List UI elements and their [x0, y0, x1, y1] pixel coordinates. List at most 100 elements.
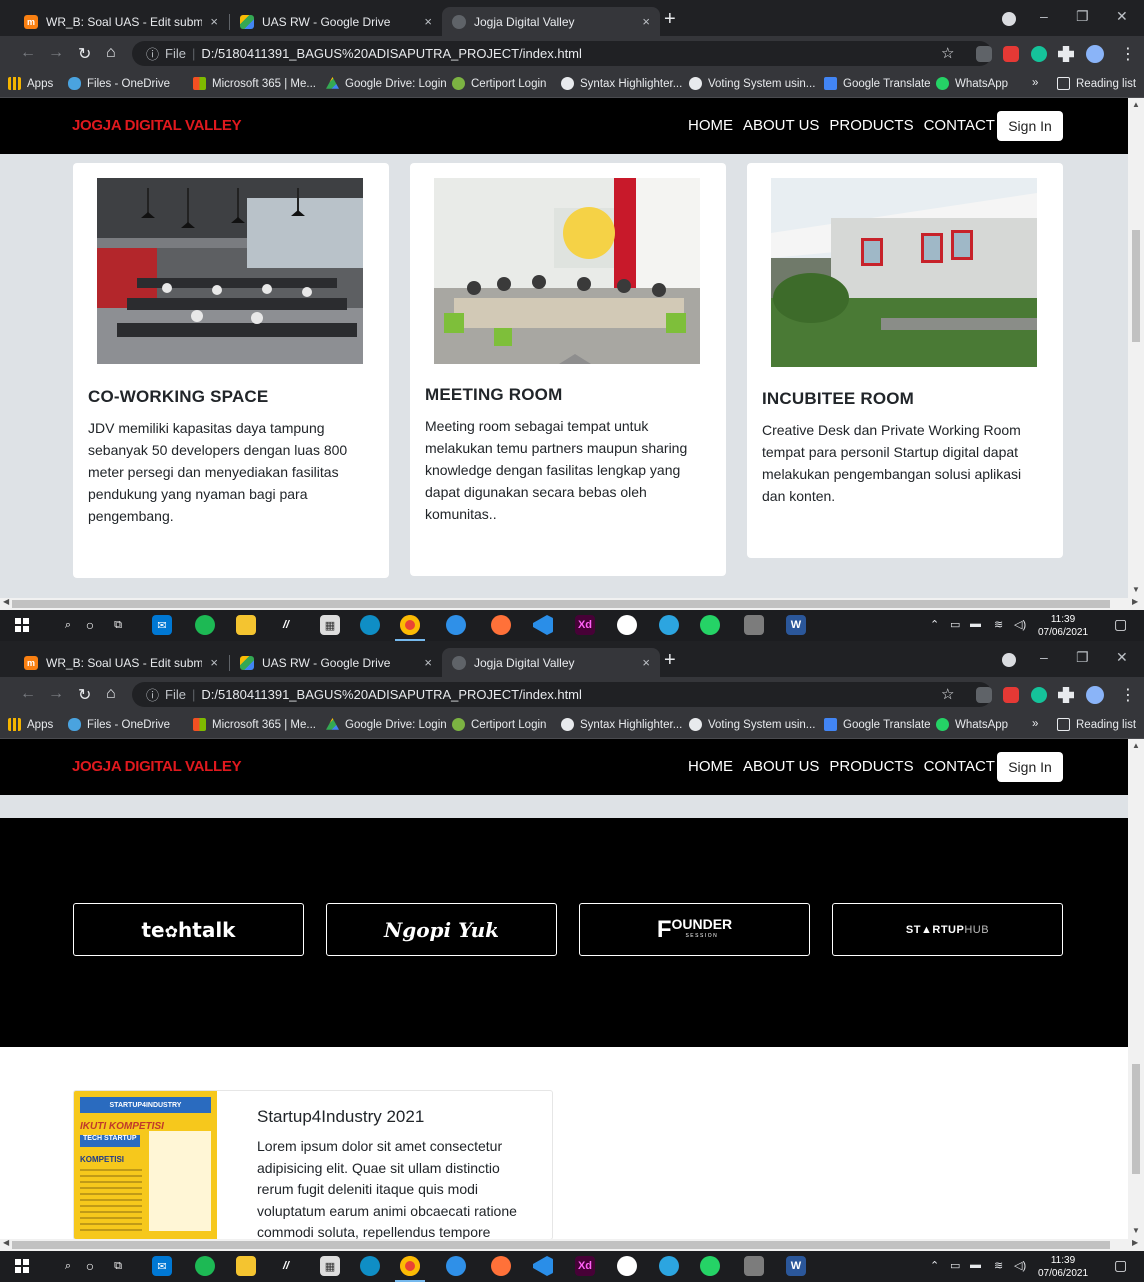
nav-products[interactable]: PRODUCTS: [829, 758, 913, 775]
address-bar[interactable]: ⓘ File | D:/5180411391_BAGUS%20ADISAPUTR…: [132, 41, 992, 66]
bookmark-apps[interactable]: Apps: [8, 77, 53, 90]
bookmark-onedrive[interactable]: Files - OneDrive: [68, 718, 170, 731]
new-tab-button[interactable]: +: [664, 9, 676, 29]
cortana-icon[interactable]: ○: [80, 615, 100, 635]
restore-button[interactable]: ❐: [1076, 8, 1089, 25]
puzzle-icon[interactable]: [1058, 687, 1074, 703]
partner-startuphub[interactable]: ST▲RTUPHUB: [832, 903, 1063, 956]
app-icon[interactable]: //: [276, 1256, 296, 1276]
tab-moodle[interactable]: m WR_B: Soal UAS - Edit submissio ×: [14, 7, 228, 36]
extension-icon[interactable]: [1003, 687, 1019, 703]
word-icon[interactable]: W: [786, 1256, 806, 1276]
tab-close-icon[interactable]: ×: [424, 14, 432, 29]
edge-icon[interactable]: [360, 1256, 380, 1276]
tab-jogja-digital-valley[interactable]: Jogja Digital Valley ×: [442, 7, 660, 36]
task-view-icon[interactable]: ⧉: [108, 615, 128, 635]
horizontal-scrollbar[interactable]: ◀ ▶: [0, 1238, 1144, 1251]
vertical-scrollbar[interactable]: ▲ ▼: [1128, 739, 1144, 1239]
whatsapp-icon[interactable]: [700, 615, 720, 635]
back-icon[interactable]: ←: [20, 685, 36, 703]
restore-button[interactable]: ❐: [1076, 649, 1089, 666]
system-clock[interactable]: 11:39 07/06/2021: [1035, 613, 1091, 639]
bookmarks-more[interactable]: »: [1032, 718, 1038, 730]
wifi-icon[interactable]: ≋: [994, 618, 1003, 631]
app-icon[interactable]: [617, 615, 637, 635]
avatar[interactable]: [1086, 45, 1104, 63]
tray-icon[interactable]: ▭: [950, 1259, 960, 1272]
tab-close-icon[interactable]: ×: [642, 14, 650, 29]
bookmark-whatsapp[interactable]: WhatsApp: [936, 718, 1008, 731]
horizontal-scrollbar[interactable]: ◀ ▶: [0, 597, 1144, 610]
scroll-thumb[interactable]: [12, 1241, 1110, 1249]
new-tab-button[interactable]: +: [664, 650, 676, 670]
volume-icon[interactable]: ◁): [1014, 618, 1026, 631]
menu-icon[interactable]: ⋮: [1120, 685, 1136, 705]
vscode-icon[interactable]: [533, 1256, 553, 1276]
bookmark-voting[interactable]: Voting System usin...: [689, 718, 815, 731]
tab-close-icon[interactable]: ×: [210, 14, 218, 29]
bookmark-drive-login[interactable]: Google Drive: Login: [326, 77, 447, 90]
minimize-button[interactable]: –: [1040, 649, 1048, 665]
tray-chevron-icon[interactable]: ⌃: [930, 1259, 939, 1272]
partner-founder-session[interactable]: F OUNDER SESSION: [579, 903, 810, 956]
bookmark-onedrive[interactable]: Files - OneDrive: [68, 77, 170, 90]
bookmark-syntax[interactable]: Syntax Highlighter...: [561, 77, 682, 90]
spotify-icon[interactable]: [195, 615, 215, 635]
nav-home[interactable]: HOME: [688, 117, 733, 134]
partner-techtalk[interactable]: te✿htalk: [73, 903, 304, 956]
app-icon[interactable]: //: [276, 615, 296, 635]
forward-icon[interactable]: →: [48, 44, 64, 62]
word-icon[interactable]: W: [786, 615, 806, 635]
notification-icon[interactable]: ▢: [1114, 1257, 1127, 1274]
home-icon[interactable]: ⌂: [106, 685, 116, 703]
tab-close-icon[interactable]: ×: [424, 655, 432, 670]
home-icon[interactable]: ⌂: [106, 44, 116, 62]
telegram-icon[interactable]: [659, 615, 679, 635]
window-close-button[interactable]: ✕: [1116, 8, 1128, 25]
app-icon[interactable]: [446, 615, 466, 635]
tab-drive[interactable]: UAS RW - Google Drive ×: [230, 7, 442, 36]
bookmark-certiport[interactable]: Certiport Login: [452, 718, 546, 731]
grammarly-icon[interactable]: [1031, 687, 1047, 703]
profile-icon[interactable]: [1002, 12, 1016, 26]
vertical-scrollbar[interactable]: ▲ ▼: [1128, 98, 1144, 598]
reading-list[interactable]: Reading list: [1057, 718, 1136, 731]
grammarly-icon[interactable]: [1031, 46, 1047, 62]
battery-icon[interactable]: ▬: [970, 1259, 981, 1271]
back-icon[interactable]: ←: [20, 44, 36, 62]
bookmark-star-icon[interactable]: ☆: [941, 44, 954, 62]
notification-icon[interactable]: ▢: [1114, 616, 1127, 633]
bookmark-microsoft365[interactable]: Microsoft 365 | Me...: [193, 718, 316, 731]
nav-about-us[interactable]: ABOUT US: [743, 758, 819, 775]
bookmark-translate[interactable]: Google Translate: [824, 77, 931, 90]
bookmark-syntax[interactable]: Syntax Highlighter...: [561, 718, 682, 731]
mail-icon[interactable]: ✉: [152, 615, 172, 635]
edge-icon[interactable]: [360, 615, 380, 635]
mail-icon[interactable]: ✉: [152, 1256, 172, 1276]
reload-icon[interactable]: ↻: [78, 685, 91, 705]
site-brand[interactable]: JOGJA DIGITAL VALLEY: [72, 117, 242, 134]
wifi-icon[interactable]: ≋: [994, 1259, 1003, 1272]
scroll-thumb[interactable]: [1132, 230, 1140, 342]
nav-home[interactable]: HOME: [688, 758, 733, 775]
cortana-icon[interactable]: ○: [80, 1256, 100, 1276]
bookmark-star-icon[interactable]: ☆: [941, 685, 954, 703]
bookmarks-more[interactable]: »: [1032, 77, 1038, 89]
tray-icon[interactable]: ▭: [950, 618, 960, 631]
tab-jogja-digital-valley[interactable]: Jogja Digital Valley ×: [442, 648, 660, 677]
sign-in-button[interactable]: Sign In: [997, 111, 1063, 141]
app-icon[interactable]: [744, 615, 764, 635]
tab-close-icon[interactable]: ×: [210, 655, 218, 670]
app-icon[interactable]: [446, 1256, 466, 1276]
forward-icon[interactable]: →: [48, 685, 64, 703]
extension-icon[interactable]: [1003, 46, 1019, 62]
tray-chevron-icon[interactable]: ⌃: [930, 618, 939, 631]
calendar-icon[interactable]: ▦: [320, 615, 340, 635]
bookmark-whatsapp[interactable]: WhatsApp: [936, 77, 1008, 90]
reload-icon[interactable]: ↻: [78, 44, 91, 64]
scroll-thumb[interactable]: [12, 600, 1110, 608]
spotify-icon[interactable]: [195, 1256, 215, 1276]
file-explorer-icon[interactable]: [236, 615, 256, 635]
puzzle-icon[interactable]: [1058, 46, 1074, 62]
tab-close-icon[interactable]: ×: [642, 655, 650, 670]
